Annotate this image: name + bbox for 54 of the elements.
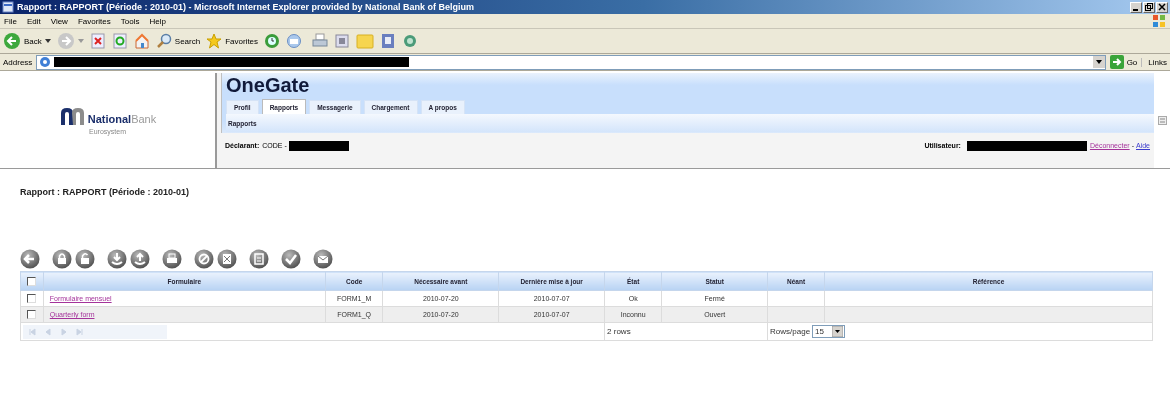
close-button[interactable] [1156,1,1168,13]
search-icon [155,33,172,49]
refresh-icon[interactable] [111,33,128,49]
links-button[interactable]: Links [1141,57,1167,67]
windows-logo-icon [1152,14,1166,28]
restore-icon [1145,3,1153,11]
address-field[interactable] [36,54,1106,70]
menu-item[interactable]: File [4,16,17,26]
logo-text: National [87,112,132,125]
back-icon[interactable] [20,249,40,269]
printer-icon[interactable] [162,249,182,269]
dropdown-arrow-icon [832,326,843,337]
menu-item[interactable]: View [50,16,68,26]
envelope-icon[interactable] [313,249,333,269]
menu-item[interactable]: Tools [120,16,140,26]
history-icon[interactable] [264,33,281,49]
unlock-icon[interactable] [75,249,95,269]
cancel-icon[interactable] [194,249,214,269]
menu-item[interactable]: Edit [26,16,41,26]
close-icon [1158,3,1166,11]
redaction-bar [288,140,349,151]
grid-icon[interactable] [217,249,237,269]
rows-per-page-label: Rows/page [770,327,811,336]
select-all-checkbox[interactable] [27,276,37,286]
clipboard-icon[interactable] [249,249,269,269]
restore-button[interactable] [1143,1,1155,13]
back-button[interactable]: Back [3,32,42,50]
go-button[interactable]: Go [1109,55,1138,69]
stop-icon[interactable] [89,33,106,49]
lock-icon[interactable] [52,249,72,269]
address-label: Address [3,57,33,67]
bank-logo-icon [58,106,85,125]
star-icon [206,33,223,49]
logo-text: Bank [131,112,157,125]
dropdown-caret-icon[interactable] [44,39,51,43]
ie-page-icon [39,56,52,68]
minimize-button[interactable] [1130,1,1142,13]
home-icon[interactable] [133,33,150,49]
row-checkbox[interactable] [27,310,37,319]
favorites-button[interactable]: Favorites [206,33,259,49]
row-checkbox[interactable] [27,294,37,303]
download-icon[interactable] [107,249,127,269]
window-title: Rapport : RAPPORT (Période : 2010-01) - Microsoft Internet Explorer provided by National Bank of Belgium [17,2,475,12]
app-title: OneGate [226,73,311,98]
search-button[interactable]: Search [155,33,201,49]
page-title: Rapport : RAPPORT (Période : 2010-01) [20,187,191,197]
go-arrow-icon [1109,55,1124,69]
rows-per-page-select[interactable]: 15 [812,325,845,338]
menu-item[interactable]: Favorites [77,16,111,26]
check-icon[interactable] [281,249,301,269]
upload-icon[interactable] [130,249,150,269]
window-icon [2,1,14,13]
row-count: 2 rows [607,327,631,336]
menu-item[interactable]: Help [149,16,166,26]
